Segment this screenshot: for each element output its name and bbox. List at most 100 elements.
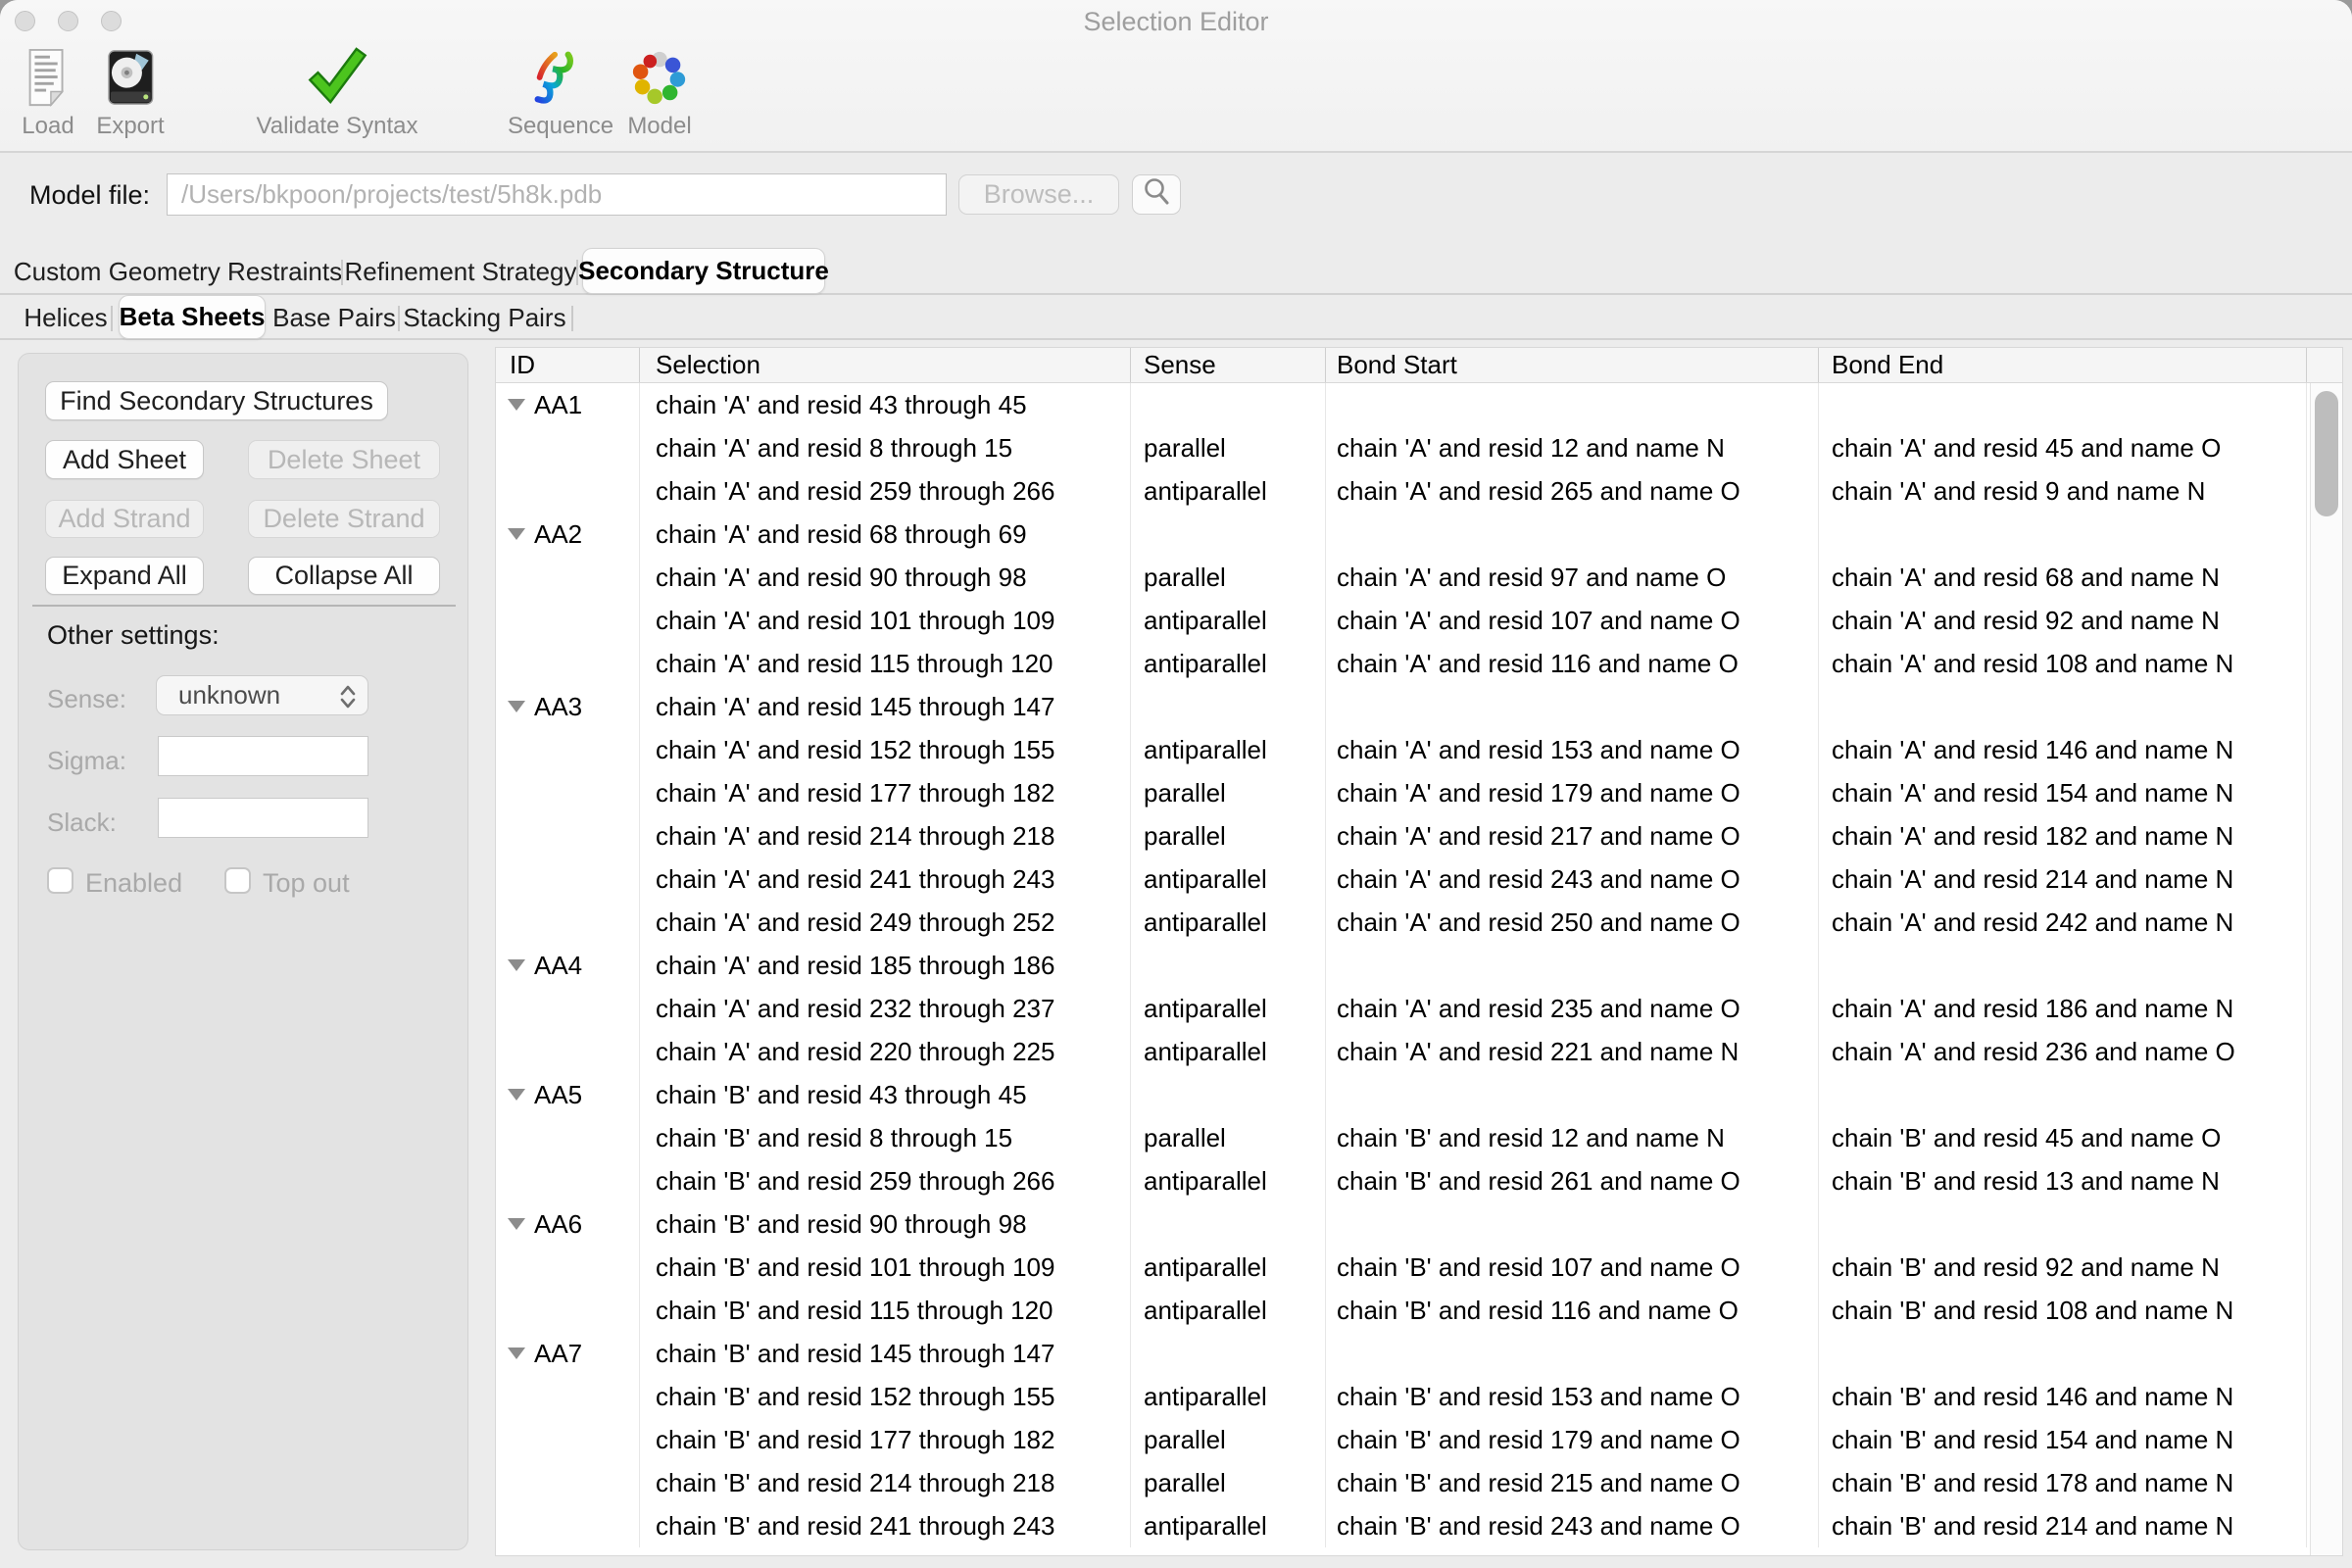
row-bond-start — [1326, 383, 1819, 426]
primary-tab-bar: Custom Geometry Restraints Refinement St… — [0, 251, 2352, 295]
table-row[interactable]: AA3 chain 'A' and resid 145 through 147 — [496, 685, 2342, 728]
row-id-cell — [496, 1289, 640, 1332]
table-row[interactable]: chain 'A' and resid 232 through 237 anti… — [496, 987, 2342, 1030]
sense-dropdown-value: unknown — [178, 680, 280, 710]
disclosure-triangle-icon[interactable] — [508, 1089, 525, 1101]
add-sheet-button[interactable]: Add Sheet — [45, 440, 204, 479]
table-row[interactable]: chain 'A' and resid 90 through 98 parall… — [496, 556, 2342, 599]
table-row[interactable]: AA1 chain 'A' and resid 43 through 45 — [496, 383, 2342, 426]
table-row[interactable]: AA4 chain 'A' and resid 185 through 186 — [496, 944, 2342, 987]
disclosure-triangle-icon[interactable] — [508, 1218, 525, 1230]
enabled-checkbox[interactable] — [47, 867, 74, 894]
table-row[interactable]: chain 'A' and resid 249 through 252 anti… — [496, 901, 2342, 944]
toolbar-button-validate-syntax[interactable]: Validate Syntax — [257, 45, 418, 140]
row-bond-end: chain 'A' and resid 9 and name N — [1819, 469, 2307, 513]
add-strand-button: Add Strand — [45, 500, 204, 538]
table-row[interactable]: chain 'A' and resid 101 through 109 anti… — [496, 599, 2342, 642]
row-id-cell: AA2 — [496, 513, 640, 556]
row-bond-end: chain 'B' and resid 92 and name N — [1819, 1246, 2307, 1289]
table-row[interactable]: chain 'B' and resid 214 through 218 para… — [496, 1461, 2342, 1504]
disclosure-triangle-icon[interactable] — [508, 959, 525, 971]
table-row[interactable]: chain 'B' and resid 177 through 182 para… — [496, 1418, 2342, 1461]
row-bond-start: chain 'A' and resid 107 and name O — [1326, 599, 1819, 642]
table-row[interactable]: chain 'A' and resid 152 through 155 anti… — [496, 728, 2342, 771]
tab-base-pairs[interactable]: Base Pairs — [281, 297, 387, 338]
row-id-cell — [496, 1418, 640, 1461]
disclosure-triangle-icon[interactable] — [508, 528, 525, 540]
green-checkmark-icon — [305, 45, 369, 110]
sense-dropdown[interactable]: unknown — [156, 675, 368, 715]
table-row[interactable]: AA5 chain 'B' and resid 43 through 45 — [496, 1073, 2342, 1116]
toolbar-button-sequence[interactable]: Sequence — [508, 45, 613, 140]
row-selection: chain 'A' and resid 249 through 252 — [640, 901, 1131, 944]
column-header-bond-start: Bond Start — [1326, 348, 1819, 382]
top-out-checkbox[interactable] — [224, 867, 251, 894]
row-selection: chain 'B' and resid 177 through 182 — [640, 1418, 1131, 1461]
disclosure-triangle-icon[interactable] — [508, 1348, 525, 1359]
table-row[interactable]: chain 'A' and resid 214 through 218 para… — [496, 814, 2342, 858]
table-row[interactable]: chain 'A' and resid 259 through 266 anti… — [496, 469, 2342, 513]
ribbon-sequence-icon — [528, 45, 593, 110]
table-row[interactable]: chain 'A' and resid 8 through 15 paralle… — [496, 426, 2342, 469]
table-row[interactable]: chain 'A' and resid 220 through 225 anti… — [496, 1030, 2342, 1073]
row-selection: chain 'A' and resid 232 through 237 — [640, 987, 1131, 1030]
row-id-cell — [496, 642, 640, 685]
molecule-model-icon — [627, 45, 692, 110]
toolbar-button-load[interactable]: Load — [16, 45, 80, 140]
row-sense — [1131, 1332, 1326, 1375]
disclosure-triangle-icon[interactable] — [508, 399, 525, 411]
table-row[interactable]: AA6 chain 'B' and resid 90 through 98 — [496, 1202, 2342, 1246]
toolbar-button-export[interactable]: Export — [96, 45, 164, 140]
tab-stacking-pairs[interactable]: Stacking Pairs — [413, 297, 557, 338]
row-sense: antiparallel — [1131, 1246, 1326, 1289]
row-id-cell: AA1 — [496, 383, 640, 426]
row-bond-end: chain 'A' and resid 92 and name N — [1819, 599, 2307, 642]
collapse-all-button[interactable]: Collapse All — [248, 557, 440, 595]
tab-helices[interactable]: Helices — [28, 297, 103, 338]
row-bond-end — [1819, 1332, 2307, 1375]
row-selection: chain 'A' and resid 90 through 98 — [640, 556, 1131, 599]
table-row[interactable]: chain 'B' and resid 115 through 120 anti… — [496, 1289, 2342, 1332]
find-secondary-structures-button[interactable]: Find Secondary Structures — [45, 381, 388, 420]
tab-separator — [341, 260, 343, 285]
table-row[interactable]: chain 'B' and resid 241 through 243 anti… — [496, 1504, 2342, 1547]
row-selection: chain 'A' and resid 214 through 218 — [640, 814, 1131, 858]
row-bond-start — [1326, 513, 1819, 556]
row-bond-end — [1819, 1073, 2307, 1116]
table-row[interactable]: chain 'B' and resid 259 through 266 anti… — [496, 1159, 2342, 1202]
search-model-button[interactable] — [1132, 174, 1181, 215]
table-row[interactable]: chain 'A' and resid 241 through 243 anti… — [496, 858, 2342, 901]
slack-field[interactable] — [158, 798, 368, 838]
row-selection: chain 'B' and resid 90 through 98 — [640, 1202, 1131, 1246]
table-row[interactable]: chain 'A' and resid 177 through 182 para… — [496, 771, 2342, 814]
toolbar-button-model[interactable]: Model — [627, 45, 692, 140]
row-bond-start: chain 'B' and resid 215 and name O — [1326, 1461, 1819, 1504]
scrollbar-thumb[interactable] — [2315, 391, 2338, 516]
row-bond-start: chain 'B' and resid 107 and name O — [1326, 1246, 1819, 1289]
tab-secondary-structure[interactable]: Secondary Structure — [582, 248, 825, 294]
row-selection: chain 'A' and resid 177 through 182 — [640, 771, 1131, 814]
table-row[interactable]: chain 'B' and resid 8 through 15 paralle… — [496, 1116, 2342, 1159]
model-file-input[interactable] — [167, 173, 947, 216]
row-bond-end — [1819, 944, 2307, 987]
tab-custom-geometry-restraints[interactable]: Custom Geometry Restraints — [30, 251, 325, 293]
toolbar-label-load: Load — [22, 113, 74, 140]
table-row[interactable]: chain 'B' and resid 101 through 109 anti… — [496, 1246, 2342, 1289]
disclosure-triangle-icon[interactable] — [508, 701, 525, 712]
tab-separator — [398, 306, 400, 331]
tab-beta-sheets[interactable]: Beta Sheets — [119, 295, 266, 339]
vertical-scrollbar[interactable] — [2310, 383, 2342, 1555]
expand-all-button[interactable]: Expand All — [45, 557, 204, 595]
other-settings-heading: Other settings: — [47, 620, 220, 651]
table-row[interactable]: chain 'B' and resid 152 through 155 anti… — [496, 1375, 2342, 1418]
table-row[interactable]: AA2 chain 'A' and resid 68 through 69 — [496, 513, 2342, 556]
beta-sheets-table: ID Selection Sense Bond Start Bond End A… — [495, 347, 2343, 1556]
table-row[interactable]: AA7 chain 'B' and resid 145 through 147 — [496, 1332, 2342, 1375]
row-id-cell — [496, 599, 640, 642]
row-bond-start: chain 'A' and resid 97 and name O — [1326, 556, 1819, 599]
row-selection: chain 'A' and resid 220 through 225 — [640, 1030, 1131, 1073]
tab-refinement-strategy[interactable]: Refinement Strategy — [356, 251, 565, 293]
sigma-field[interactable] — [158, 736, 368, 776]
row-bond-end: chain 'A' and resid 45 and name O — [1819, 426, 2307, 469]
table-row[interactable]: chain 'A' and resid 115 through 120 anti… — [496, 642, 2342, 685]
